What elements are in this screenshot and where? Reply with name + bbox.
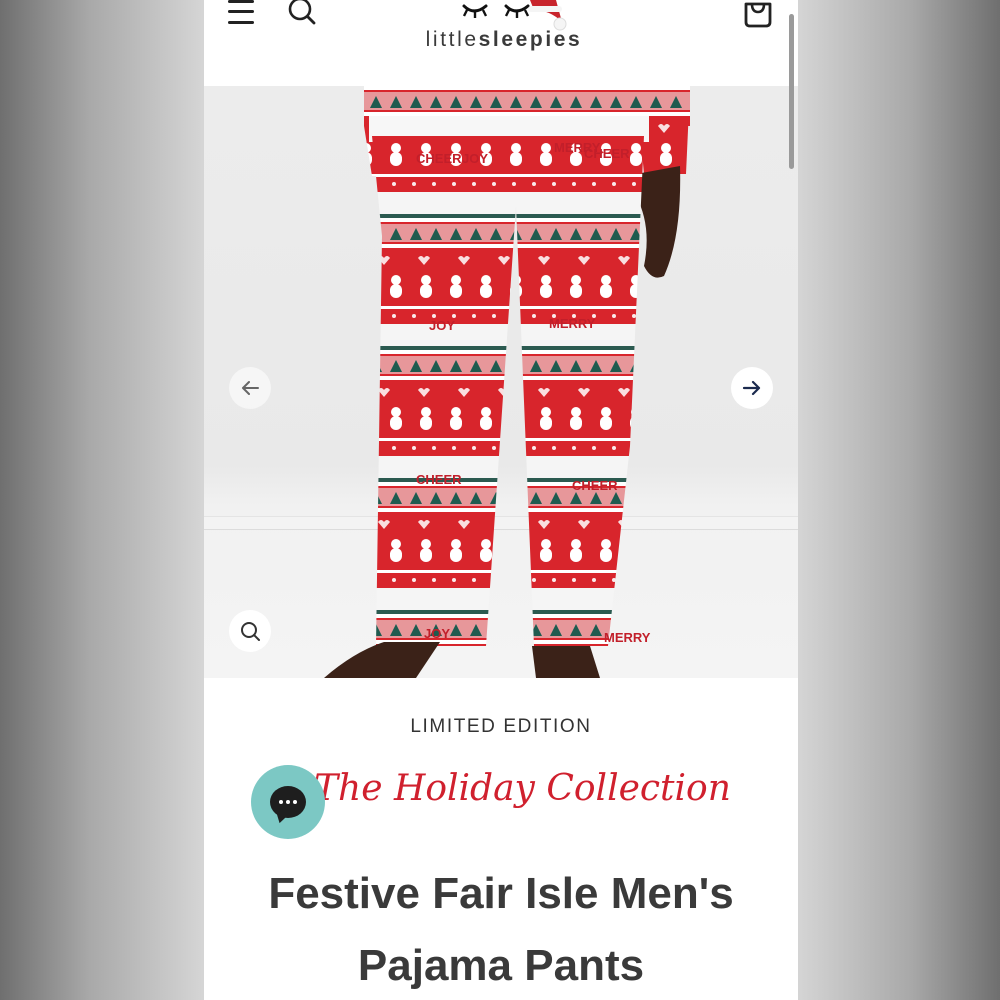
site-header: littlesleepies (204, 0, 798, 86)
collection-title[interactable]: The Holiday Collection (314, 768, 731, 809)
product-photo: CHEER JOYMERRYCHEERJOY MERRYCHEER CHEERJOY M… (324, 86, 690, 678)
arrow-left-icon (242, 381, 259, 395)
pants-print-text: MERRY (549, 316, 596, 331)
zoom-icon (241, 622, 260, 641)
chat-button[interactable] (251, 765, 325, 839)
product-page: littlesleepies CHEER JOY MERRY CHEER JOY… (204, 0, 798, 1000)
arrow-right-icon (742, 380, 761, 396)
previous-image-button[interactable] (229, 367, 271, 409)
product-title-line1: Festive Fair Isle Men's (268, 869, 734, 918)
brand-light: little (425, 28, 479, 51)
product-title: Festive Fair Isle Men's Pajama Pants (204, 858, 798, 1000)
pants-print-text: JOY (424, 626, 450, 641)
pants-print-text: CHEER (416, 472, 462, 487)
product-title-line2: Pajama Pants (357, 941, 645, 990)
pants-print-text: CHEER (584, 146, 630, 161)
next-image-button[interactable] (731, 367, 773, 409)
brand-bold: sleepies (478, 28, 583, 51)
cart-icon[interactable] (742, 0, 774, 32)
pants-print-text: JOY (429, 318, 455, 333)
chat-icon (270, 786, 306, 818)
zoom-image-button[interactable] (229, 610, 271, 652)
product-image-gallery[interactable]: CHEER JOY MERRY CHEER JOY MERRY CHEER CHEER JOY M… (204, 86, 798, 678)
brand-logo[interactable]: littlesleepies (404, 28, 604, 52)
search-icon[interactable] (288, 0, 318, 28)
limited-edition-label: LIMITED EDITION (410, 716, 592, 737)
page-scrollbar[interactable] (789, 14, 794, 169)
menu-icon[interactable] (226, 0, 258, 30)
pants-print-text: CHEER (416, 151, 462, 166)
pants-print-text: MERRY (604, 630, 651, 645)
pants-print-text: JOY (462, 151, 488, 166)
pants-print-text: CHEER (572, 478, 618, 493)
